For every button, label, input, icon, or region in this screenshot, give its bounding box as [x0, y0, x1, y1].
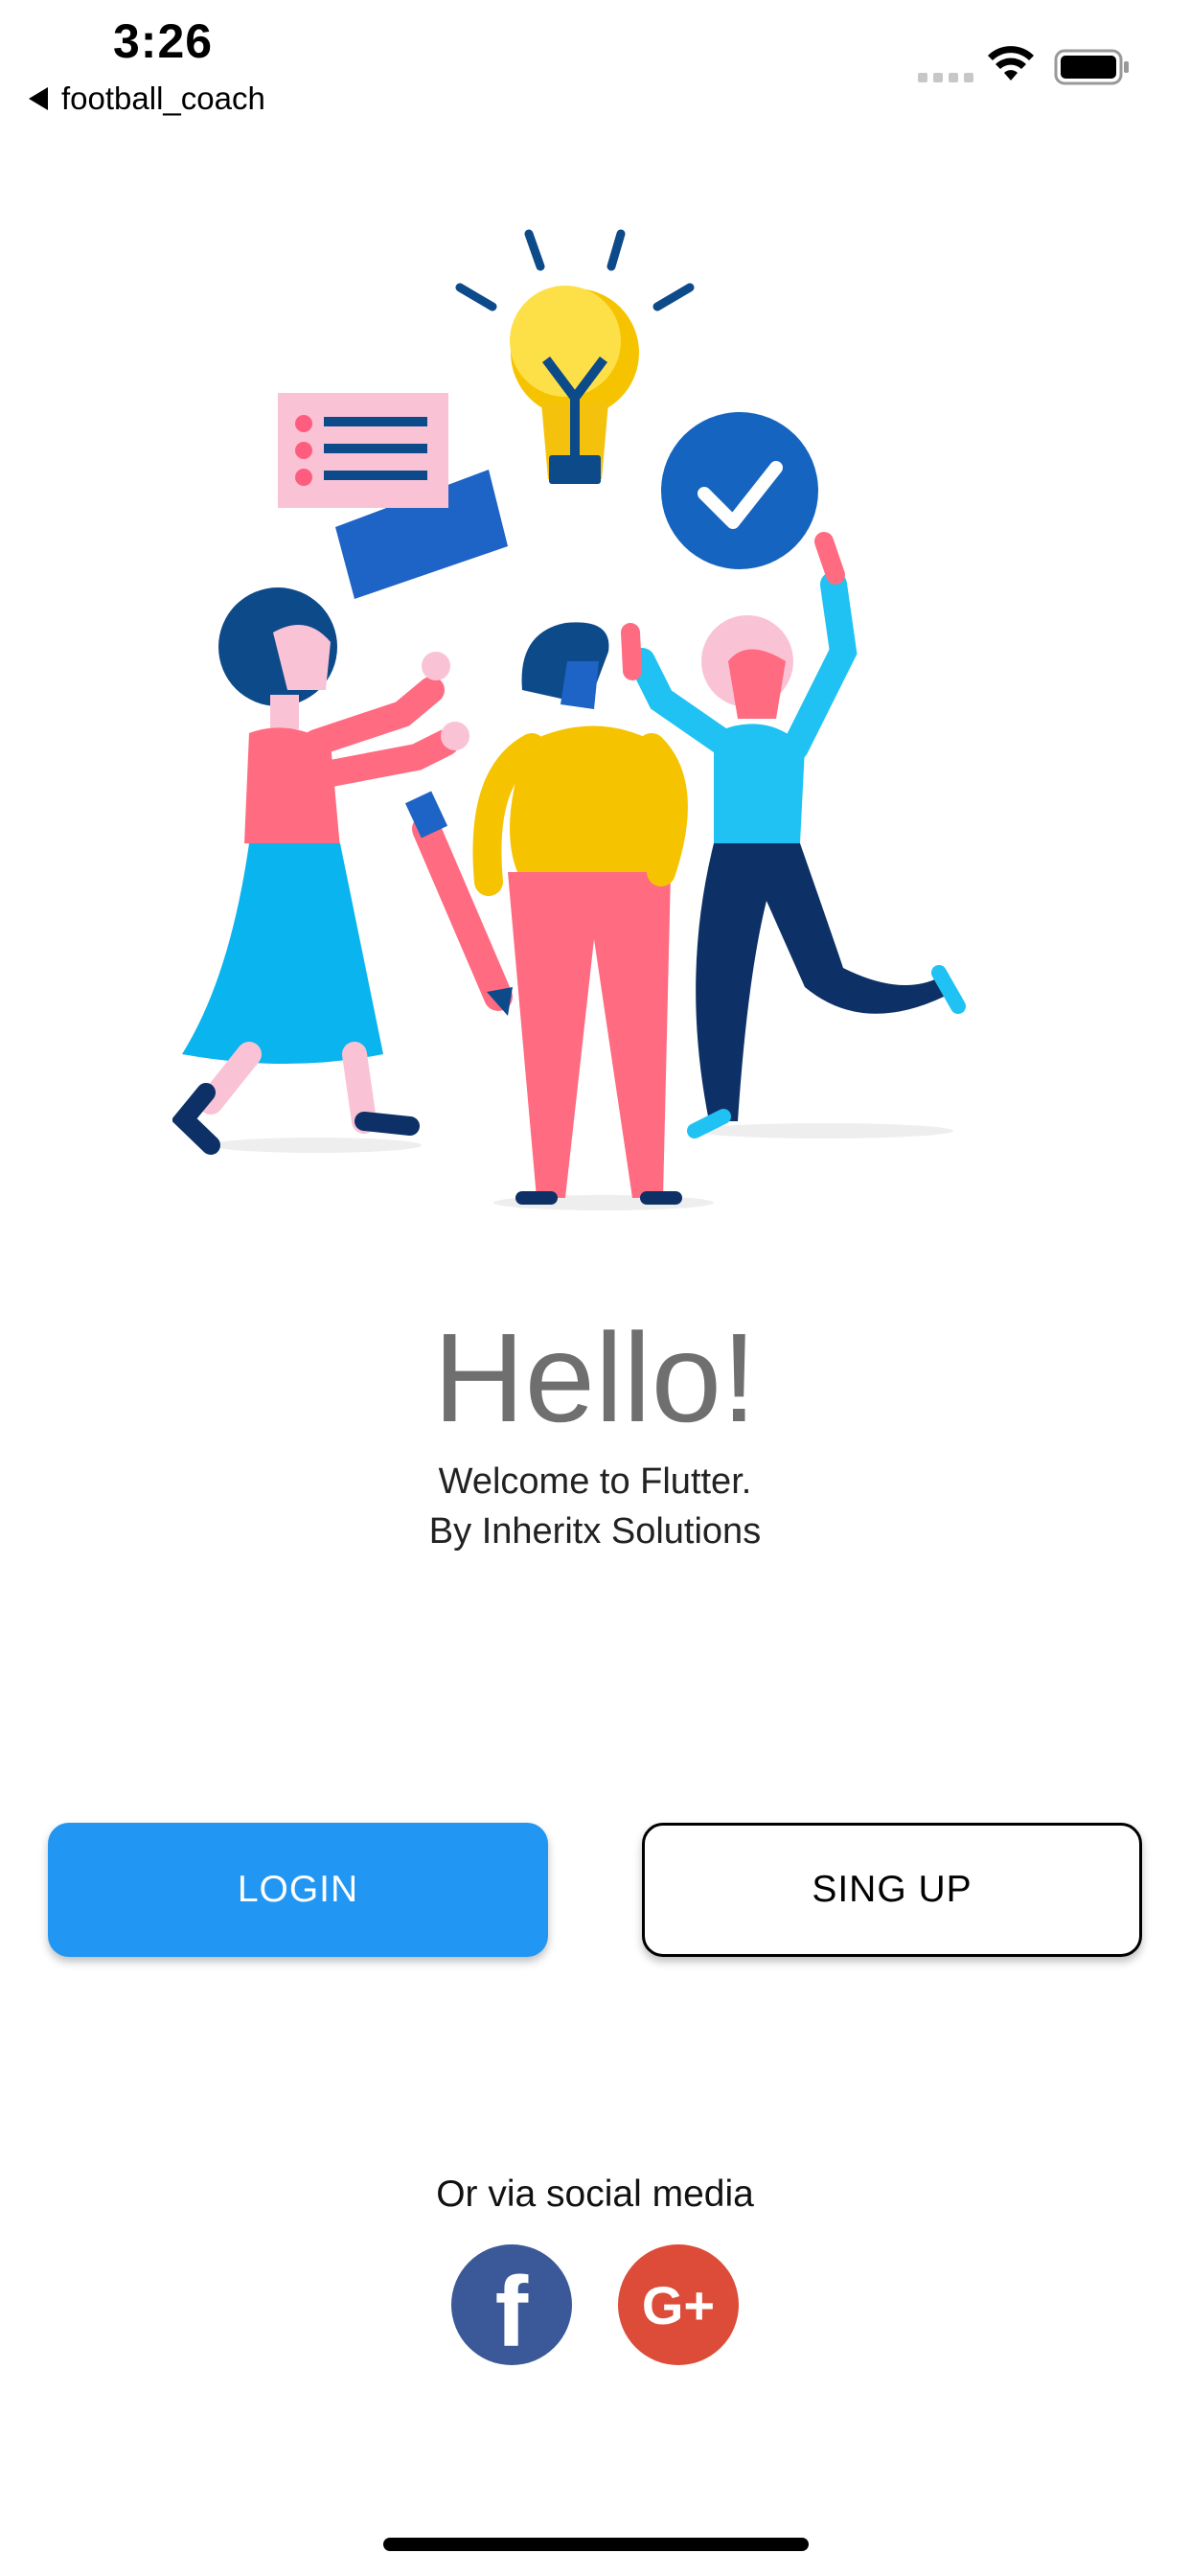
welcome-line-1: Welcome to Flutter.: [438, 1461, 752, 1502]
google-plus-icon: G+: [641, 2274, 716, 2335]
facebook-login-button[interactable]: f: [451, 2244, 572, 2368]
home-indicator[interactable]: [383, 2538, 809, 2551]
back-arrow-icon: [29, 87, 48, 110]
woman-figure: [172, 587, 469, 1155]
facebook-icon: f: [494, 2256, 529, 2368]
wifi-icon: [988, 46, 1034, 80]
google-plus-login-button[interactable]: G+: [618, 2244, 739, 2365]
message-card-icon: [278, 393, 508, 599]
welcome-text: Welcome to Flutter. By Inheritx Solution…: [0, 1457, 1190, 1556]
battery-icon: [1054, 49, 1129, 85]
check-circle-icon: [661, 412, 818, 569]
hello-title: Hello!: [433, 1307, 757, 1448]
lightbulb-icon: [510, 286, 639, 484]
welcome-line-2: By Inheritx Solutions: [428, 1511, 762, 1552]
signup-button[interactable]: SING UP: [642, 1823, 1142, 1957]
screen: 3:26 football_coach Hello! Welcome to Fl…: [0, 0, 1190, 2576]
back-app-label: football_coach: [61, 80, 265, 116]
team-illustration: [172, 229, 966, 1210]
social-media-label: Or via social media: [436, 2174, 754, 2215]
status-time: 3:26: [113, 14, 214, 68]
cellular-signal-icon: [918, 73, 973, 82]
back-to-app-link[interactable]: football_coach: [29, 80, 265, 117]
man-figure: [404, 622, 688, 1205]
login-button[interactable]: LOGIN: [48, 1823, 548, 1957]
